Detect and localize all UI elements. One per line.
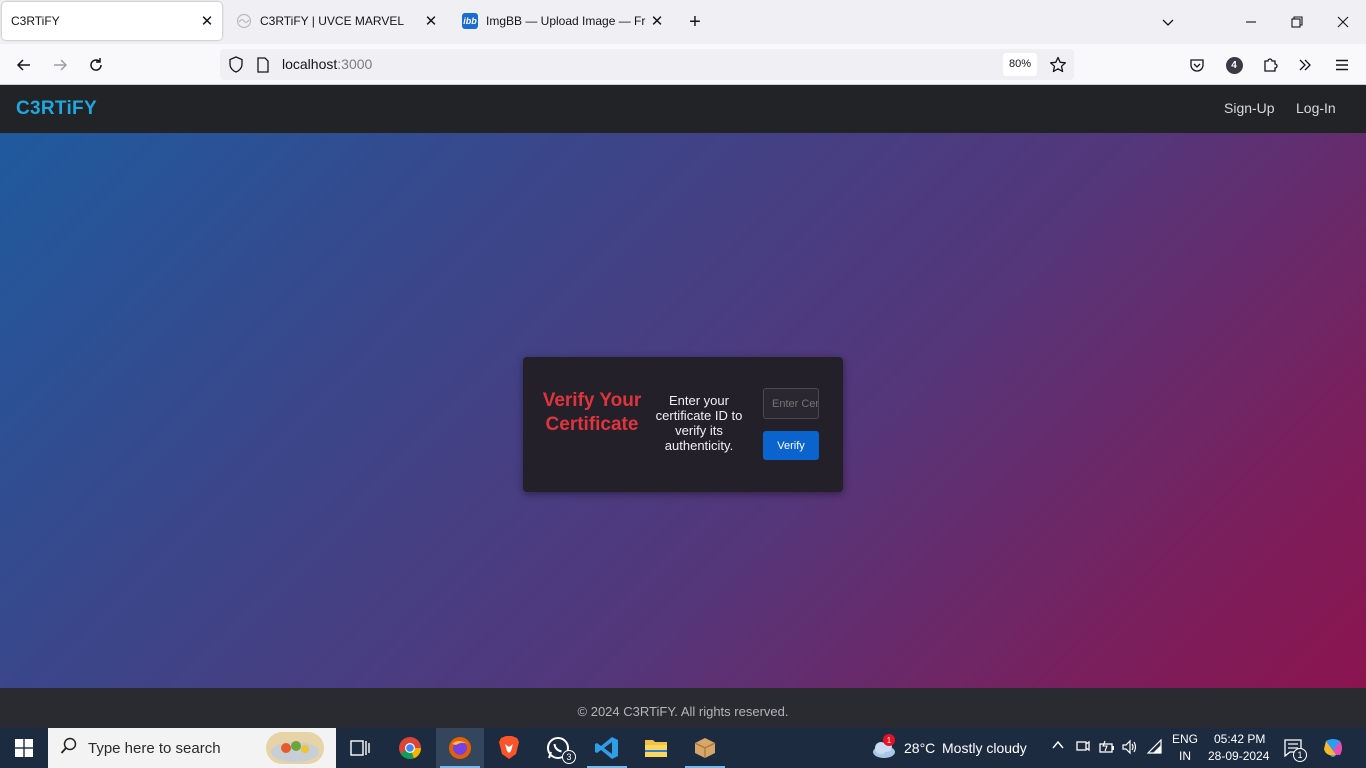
imgbb-favicon-icon: ibb xyxy=(462,13,478,29)
firefox-icon[interactable] xyxy=(436,728,484,768)
reload-icon[interactable] xyxy=(83,52,109,78)
extension-badge-icon[interactable]: 4 xyxy=(1221,52,1247,78)
browser-tab-strip: C3RTiFY ✕ C3RTiFY | UVCE MARVEL ✕ ibb Im… xyxy=(0,0,1366,44)
vscode-icon[interactable] xyxy=(583,728,631,768)
search-highlight-food-icon xyxy=(266,732,324,764)
brave-icon[interactable] xyxy=(485,728,533,768)
copyright-text: © 2024 C3RTiFY. All rights reserved. xyxy=(577,704,789,719)
site-footer: © 2024 C3RTiFY. All rights reserved. xyxy=(0,688,1366,728)
url-port: :3000 xyxy=(337,56,373,72)
volume-icon[interactable] xyxy=(1122,739,1138,758)
battery-icon[interactable] xyxy=(1099,739,1115,758)
tab-title: ImgBB — Upload Image — Free xyxy=(486,14,646,28)
verify-heading: Verify Your Certificate xyxy=(542,390,642,435)
more-tools-chevron-icon[interactable] xyxy=(1292,52,1318,78)
weather-temp[interactable]: 28°C xyxy=(904,740,935,756)
whatsapp-unread-badge: 3 xyxy=(562,750,576,764)
verify-description: Enter your certificate ID to verify its … xyxy=(655,393,743,453)
tab-c3rtify-uvce-marvel[interactable]: C3RTiFY | UVCE MARVEL ✕ xyxy=(226,2,446,40)
input-region[interactable]: IN xyxy=(1179,749,1191,763)
browser-nav-bar: localhost:3000 80% 4 xyxy=(0,44,1366,85)
zoom-level-badge[interactable]: 80% xyxy=(1003,53,1038,76)
menu-hamburger-icon[interactable] xyxy=(1329,52,1355,78)
weather-alert-badge: 1 xyxy=(883,734,895,746)
signup-link[interactable]: Sign-Up xyxy=(1224,100,1275,116)
address-bar[interactable]: localhost:3000 80% xyxy=(220,49,1074,80)
wifi-icon[interactable] xyxy=(1146,738,1163,758)
list-all-tabs-icon[interactable] xyxy=(1153,8,1183,36)
tab-title: C3RTiFY | UVCE MARVEL xyxy=(260,14,405,28)
windows-start-icon[interactable] xyxy=(0,728,48,768)
back-arrow-icon[interactable] xyxy=(11,52,37,78)
extensions-puzzle-icon[interactable] xyxy=(1257,52,1283,78)
clock-time[interactable]: 05:42 PM xyxy=(1214,732,1265,746)
input-language[interactable]: ENG xyxy=(1172,732,1198,746)
whatsapp-icon[interactable]: 3 xyxy=(534,728,582,768)
notification-count-badge: 1 xyxy=(1293,748,1307,762)
windows-taskbar: Type here to search 3 1 28°C Mostly clou… xyxy=(0,728,1366,768)
close-tab-icon[interactable]: ✕ xyxy=(646,10,668,32)
search-placeholder: Type here to search xyxy=(88,739,221,757)
weather-desc[interactable]: Mostly cloudy xyxy=(942,740,1027,756)
bookmark-star-icon[interactable] xyxy=(1046,53,1070,77)
site-header: C3RTiFY Sign-Up Log-In xyxy=(0,85,1366,133)
tab-imgbb[interactable]: ibb ImgBB — Upload Image — Free ✕ xyxy=(452,2,672,40)
close-tab-icon[interactable]: ✕ xyxy=(196,10,218,32)
chrome-icon[interactable] xyxy=(386,728,434,768)
pocket-icon[interactable] xyxy=(1184,52,1210,78)
url-text: localhost:3000 xyxy=(282,56,372,72)
tab-title: C3RTiFY xyxy=(11,14,60,28)
weather-cloud-icon[interactable] xyxy=(870,728,898,768)
forward-arrow-icon[interactable] xyxy=(47,52,73,78)
site-logo[interactable]: C3RTiFY xyxy=(16,98,97,120)
restore-icon[interactable] xyxy=(1282,8,1312,36)
file-explorer-icon[interactable] xyxy=(632,728,680,768)
taskbar-search-box[interactable]: Type here to search xyxy=(48,728,336,768)
globe-favicon-icon xyxy=(236,13,252,29)
search-icon xyxy=(60,737,78,760)
page-info-icon[interactable] xyxy=(256,57,270,78)
app-box-icon[interactable] xyxy=(681,728,729,768)
new-tab-icon[interactable]: + xyxy=(683,10,707,34)
certificate-id-input[interactable] xyxy=(763,388,819,419)
url-host: localhost xyxy=(282,56,338,72)
copilot-icon[interactable] xyxy=(1322,737,1344,762)
verify-button[interactable]: Verify xyxy=(763,431,819,460)
extension-count-badge: 4 xyxy=(1225,56,1243,74)
minimize-icon[interactable] xyxy=(1236,8,1266,36)
verify-card: Verify Your Certificate Enter your certi… xyxy=(523,357,843,492)
tab-c3rtify[interactable]: C3RTiFY ✕ xyxy=(2,2,222,40)
show-hidden-icons-chevron-icon[interactable] xyxy=(1051,738,1065,755)
tracking-protection-shield-icon[interactable] xyxy=(228,56,244,78)
login-link[interactable]: Log-In xyxy=(1296,100,1336,116)
clock-date[interactable]: 28-09-2024 xyxy=(1208,749,1269,763)
task-view-icon[interactable] xyxy=(336,728,384,768)
close-tab-icon[interactable]: ✕ xyxy=(420,10,442,32)
close-window-icon[interactable] xyxy=(1328,8,1358,36)
meet-now-icon[interactable] xyxy=(1076,739,1090,758)
